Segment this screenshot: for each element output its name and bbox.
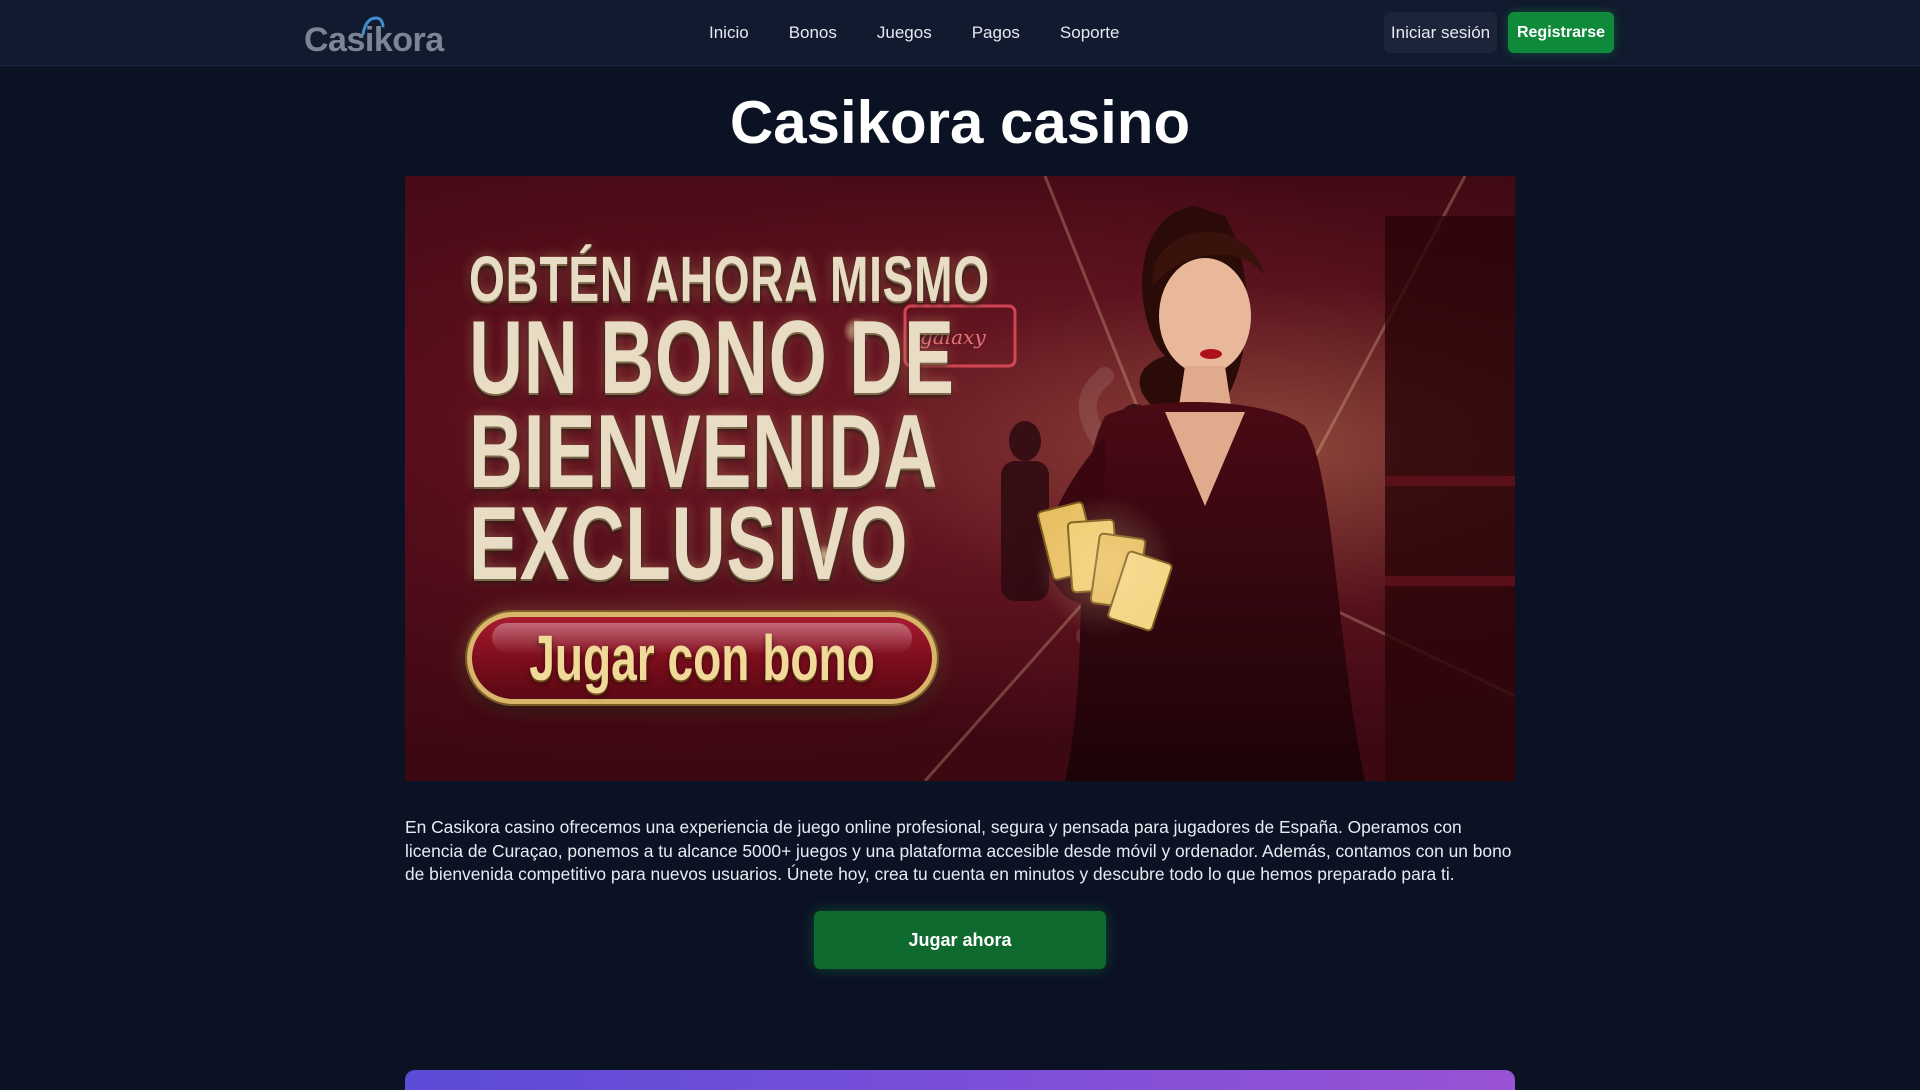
site-header: Casikora Inicio Bonos Juegos Pagos Sopor…	[0, 0, 1920, 66]
nav-item-inicio[interactable]: Inicio	[709, 0, 749, 66]
register-button[interactable]: Registrarse	[1508, 12, 1614, 53]
banner-headline-line-4: EXCLUSIVO	[469, 486, 909, 602]
nav-item-pagos[interactable]: Pagos	[972, 0, 1020, 66]
play-with-bonus-label: Jugar con bono	[529, 622, 875, 694]
hostess-neck	[1179, 366, 1231, 406]
login-button[interactable]: Iniciar sesión	[1384, 12, 1497, 53]
welcome-bonus-banner[interactable]: galaxy OBTÉN AHORA MISMO UN BONO DE BIEN…	[405, 176, 1515, 781]
card-glow	[1035, 496, 1175, 636]
main-nav: Inicio Bonos Juegos Pagos Soporte	[709, 0, 1119, 66]
play-now-button[interactable]: Jugar ahora	[814, 911, 1106, 969]
nav-item-bonos[interactable]: Bonos	[789, 0, 837, 66]
bar-shelf	[1385, 216, 1515, 781]
bar-counter	[1385, 576, 1515, 586]
page-title: Casikora casino	[729, 89, 1191, 156]
crowd-silhouette	[1009, 421, 1041, 461]
nav-item-juegos[interactable]: Juegos	[877, 0, 932, 66]
play-with-bonus-button[interactable]: Jugar con bono	[467, 612, 937, 704]
logo-text: Casikora	[304, 21, 444, 59]
hostess-lips	[1200, 349, 1222, 359]
hostess-illustration	[1046, 206, 1365, 781]
nav-item-soporte[interactable]: Soporte	[1060, 0, 1120, 66]
casikora-logo[interactable]: Casikora	[304, 14, 444, 59]
intro-description: En Casikora casino ofrecemos una experie…	[405, 817, 1512, 884]
next-section-gradient-edge	[405, 1070, 1515, 1090]
bar-counter	[1385, 476, 1515, 486]
